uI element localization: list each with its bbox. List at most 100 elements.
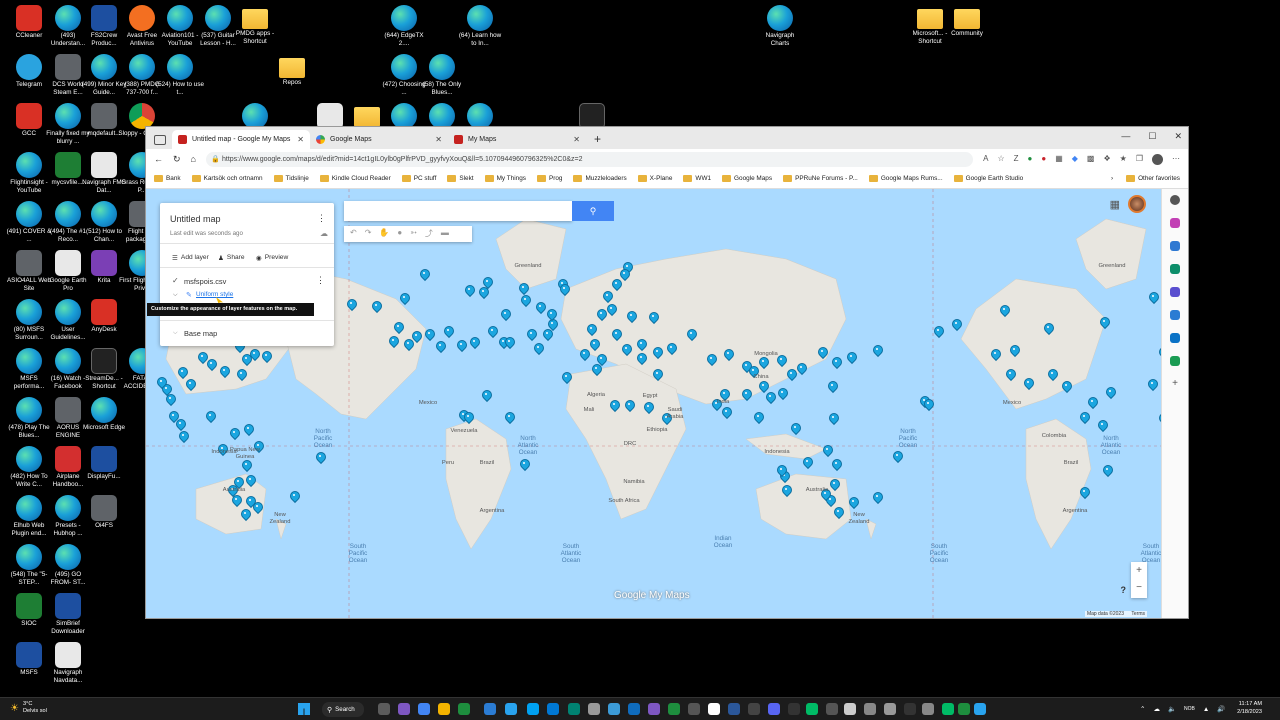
map-marker-icon[interactable] — [1148, 379, 1156, 389]
help-button[interactable]: ? — [1121, 585, 1127, 595]
collections-icon[interactable]: ❐ — [1136, 154, 1143, 165]
shopping-tag-icon[interactable] — [1170, 241, 1180, 251]
taskbar-app-icon[interactable] — [942, 703, 954, 715]
map-marker-icon[interactable] — [534, 343, 542, 353]
map-marker-icon[interactable] — [597, 354, 605, 364]
map-marker-icon[interactable] — [625, 400, 633, 410]
cloud-icon[interactable]: ☁ — [1153, 705, 1160, 713]
map-marker-icon[interactable] — [1106, 387, 1114, 397]
desktop-icon[interactable]: (495) GO FROM- ST... — [44, 542, 92, 598]
map-marker-icon[interactable] — [237, 369, 245, 379]
language-indicator[interactable]: NOB — [1184, 706, 1195, 712]
microsoft-365-icon[interactable] — [1170, 310, 1180, 320]
extension-blue-icon[interactable]: ◆ — [1072, 154, 1078, 165]
speaker-icon[interactable]: 🔈 — [1168, 705, 1176, 713]
bookmark-item[interactable]: Slekt — [447, 175, 474, 182]
bookmark-item[interactable]: Kartsök och ortnamn — [191, 175, 263, 182]
desktop-icon[interactable]: SimBrief Downloader — [44, 591, 92, 647]
close-tab-icon[interactable]: ✕ — [573, 135, 580, 144]
taskbar-app-icon[interactable] — [527, 703, 539, 715]
bookmark-item[interactable]: PC stuff — [401, 175, 436, 182]
desktop-icon[interactable]: (524) How to use t... — [156, 52, 204, 108]
map-marker-icon[interactable] — [873, 492, 881, 502]
map-marker-icon[interactable] — [622, 344, 630, 354]
search-icon[interactable] — [1170, 195, 1180, 205]
map-marker-icon[interactable] — [687, 329, 695, 339]
url-field[interactable]: 🔒 https://www.google.com/maps/d/edit?mid… — [205, 151, 974, 167]
map-marker-icon[interactable] — [457, 340, 465, 350]
map-marker-icon[interactable] — [527, 329, 535, 339]
taskbar-app-icon[interactable] — [958, 703, 970, 715]
back-arrow-icon[interactable]: ← — [154, 154, 163, 164]
map-marker-icon[interactable] — [828, 381, 836, 391]
uniform-style-link[interactable]: Uniform style — [196, 291, 233, 298]
map-marker-icon[interactable] — [991, 349, 999, 359]
map-marker-icon[interactable] — [206, 411, 214, 421]
layer-options-icon[interactable]: ⋮ — [316, 275, 325, 286]
games-icon[interactable] — [1170, 287, 1180, 297]
favorite-star-icon[interactable]: ☆ — [997, 154, 1004, 165]
map-marker-icon[interactable] — [653, 369, 661, 379]
map-marker-icon[interactable] — [220, 366, 228, 376]
zoom-in-button[interactable]: + — [1131, 562, 1147, 579]
minimize-button[interactable]: — — [1121, 131, 1130, 142]
map-marker-icon[interactable] — [250, 349, 258, 359]
map-marker-icon[interactable] — [1103, 465, 1111, 475]
layer-name[interactable]: msfspois.csv — [184, 277, 226, 286]
redo-icon[interactable]: ↷ — [365, 228, 372, 240]
desktop-icon[interactable]: PMDG apps - Shortcut — [231, 3, 279, 59]
taskbar-app-icon[interactable] — [806, 703, 818, 715]
map-marker-icon[interactable] — [519, 283, 527, 293]
map-marker-icon[interactable] — [924, 399, 932, 409]
taskbar-search[interactable]: ⚲ Search — [322, 702, 364, 717]
preview-button[interactable]: ◉ Preview — [256, 254, 288, 262]
taskbar-app-icon[interactable] — [708, 703, 720, 715]
map-marker-icon[interactable] — [482, 390, 490, 400]
map-marker-icon[interactable] — [649, 312, 657, 322]
browser-tab[interactable]: My Maps ✕ — [448, 130, 586, 149]
terms-link[interactable]: Terms — [1131, 611, 1145, 617]
desktop-icon[interactable]: Community — [943, 3, 991, 59]
map-marker-icon[interactable] — [759, 381, 767, 391]
chevron-up-icon[interactable]: ⌃ — [1140, 705, 1145, 713]
favorites-icon[interactable]: ★ — [1120, 154, 1127, 165]
desktop-icon[interactable]: (644) EdgeTX 2.... — [380, 3, 428, 59]
bookmark-item[interactable]: Bank — [154, 175, 181, 182]
map-marker-icon[interactable] — [934, 326, 942, 336]
desktop-icon[interactable]: AnyDesk — [80, 297, 128, 353]
map-marker-icon[interactable] — [1024, 378, 1032, 388]
directions-icon[interactable]: ⤴ — [425, 228, 433, 240]
taskbar-app-icon[interactable] — [884, 703, 896, 715]
map-marker-icon[interactable] — [849, 497, 857, 507]
taskbar-app-icon[interactable] — [608, 703, 620, 715]
map-marker-icon[interactable] — [562, 372, 570, 382]
taskbar-app-icon[interactable] — [922, 703, 934, 715]
add-layer-button[interactable]: ☰ Add layer — [172, 254, 209, 262]
map-marker-icon[interactable] — [404, 339, 412, 349]
map-marker-icon[interactable] — [501, 309, 509, 319]
map-marker-icon[interactable] — [520, 459, 528, 469]
start-button[interactable] — [298, 703, 310, 715]
bookmark-item[interactable]: My Things — [484, 175, 526, 182]
taskbar-app-icon[interactable] — [398, 703, 410, 715]
taskbar-app-icon[interactable] — [588, 703, 600, 715]
map-marker-icon[interactable] — [543, 329, 551, 339]
ruler-icon[interactable]: ▬ — [441, 228, 449, 240]
map-marker-icon[interactable] — [536, 302, 544, 312]
map-marker-icon[interactable] — [347, 299, 355, 309]
layer-checkbox[interactable]: ✓ — [172, 276, 179, 285]
map-marker-icon[interactable] — [178, 367, 186, 377]
map-marker-icon[interactable] — [400, 293, 408, 303]
clock[interactable]: 11:17 AM 2/18/2023 — [1232, 700, 1262, 716]
map-marker-icon[interactable] — [590, 339, 598, 349]
tools-icon[interactable] — [1170, 264, 1180, 274]
chevron-right-icon[interactable]: › — [1111, 175, 1113, 182]
map-marker-icon[interactable] — [394, 322, 402, 332]
map-marker-icon[interactable] — [207, 359, 215, 369]
base-map-chevron-icon[interactable]: ⌵ — [173, 330, 178, 337]
map-marker-icon[interactable] — [436, 341, 444, 351]
map-marker-icon[interactable] — [607, 304, 615, 314]
map-marker-icon[interactable] — [242, 460, 250, 470]
map-marker-icon[interactable] — [1098, 420, 1106, 430]
bookmark-item[interactable]: Muzzleloaders — [573, 175, 627, 182]
